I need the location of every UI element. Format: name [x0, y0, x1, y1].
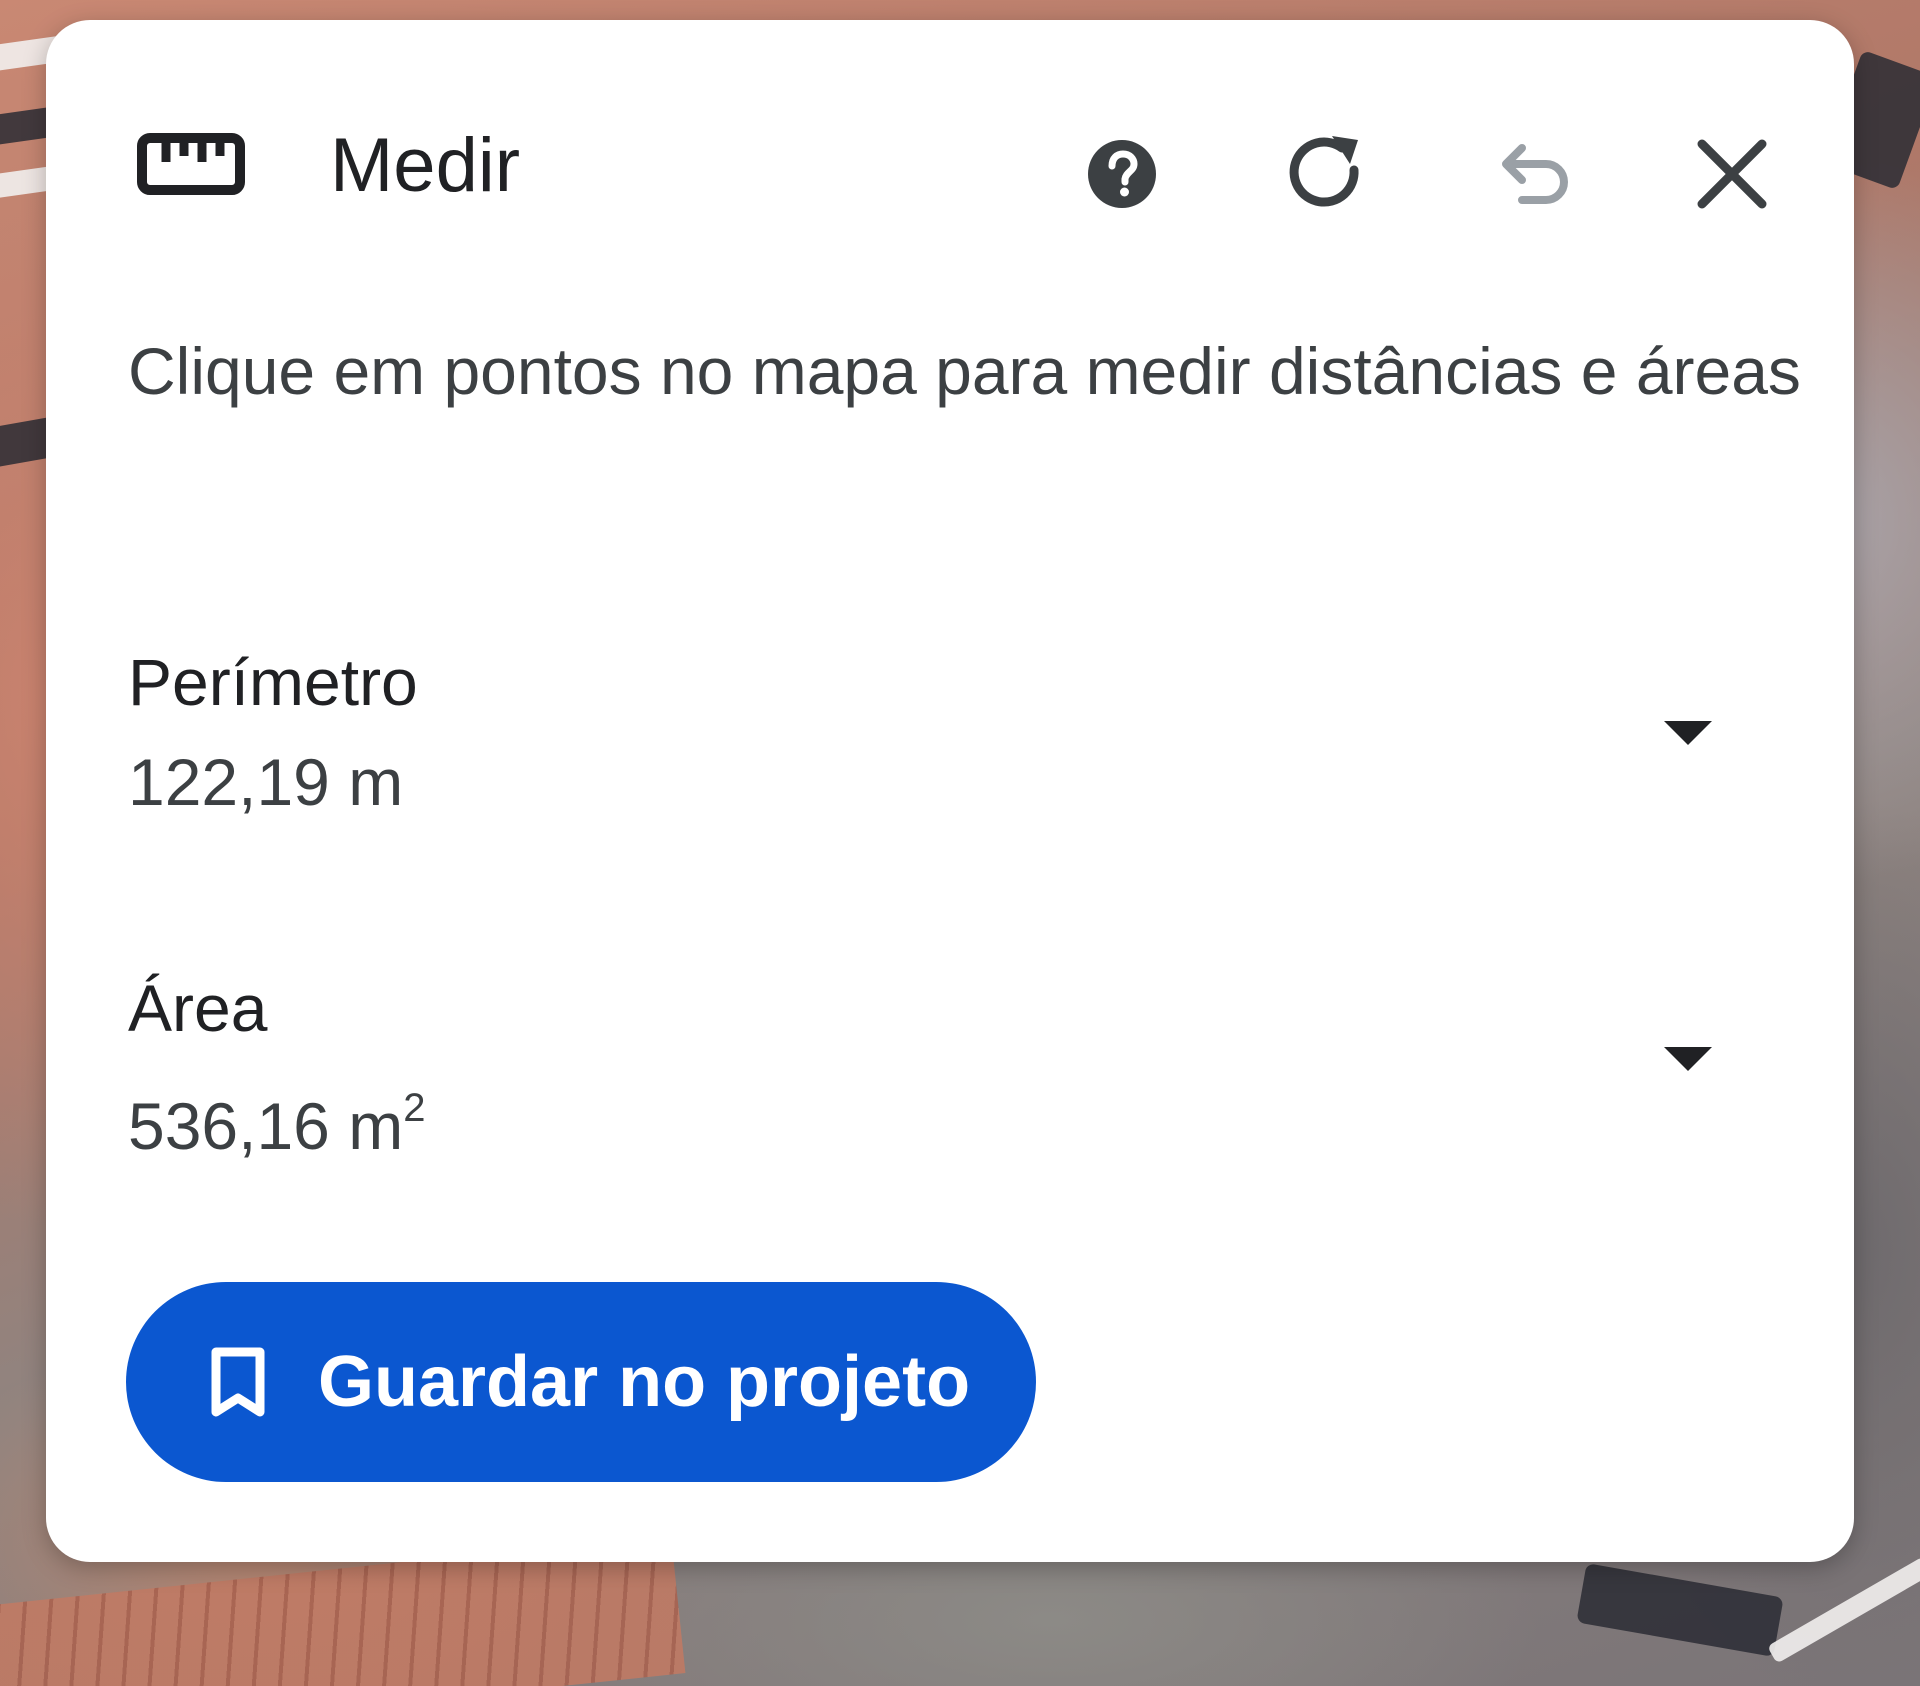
- close-icon: [1697, 139, 1767, 209]
- area-measurement: Área 536,16 m2: [128, 958, 1728, 1163]
- undo-button[interactable]: [1482, 126, 1578, 222]
- dropdown-arrow-icon: [1664, 721, 1712, 745]
- dropdown-arrow-icon: [1664, 1047, 1712, 1071]
- map-feature: [1576, 1563, 1784, 1657]
- help-circle-icon: [1088, 140, 1156, 208]
- area-value-row: 536,16 m2: [128, 1058, 425, 1176]
- area-unit-dropdown[interactable]: [1648, 1018, 1728, 1098]
- save-to-project-label: Guardar no projeto: [318, 1342, 971, 1422]
- perimeter-unit-dropdown[interactable]: [1648, 692, 1728, 772]
- redo-icon: [1289, 136, 1359, 207]
- area-label: Área: [128, 971, 268, 1045]
- panel-title: Medir: [330, 123, 521, 208]
- help-button[interactable]: [1074, 126, 1170, 222]
- area-unit-superscript: 2: [403, 1086, 426, 1130]
- instruction-text: Clique em pontos no mapa para medir dist…: [128, 334, 1801, 408]
- perimeter-measurement: Perímetro 122,19 m: [128, 632, 1728, 832]
- map-feature: [1767, 1556, 1920, 1664]
- perimeter-value: 122,19 m: [128, 745, 404, 819]
- redo-button[interactable]: [1280, 126, 1376, 222]
- save-to-project-button[interactable]: Guardar no projeto: [126, 1282, 1036, 1482]
- ruler-icon: [137, 133, 245, 195]
- panel-header: Medir: [46, 20, 1854, 320]
- area-value: 536,16 m: [128, 1089, 404, 1163]
- undo-icon: [1502, 144, 1568, 204]
- measure-panel: Medir Clique em pontos no mapa para medi…: [46, 20, 1854, 1562]
- close-button[interactable]: [1684, 126, 1780, 222]
- perimeter-label: Perímetro: [128, 645, 418, 719]
- bookmark-icon: [211, 1347, 265, 1417]
